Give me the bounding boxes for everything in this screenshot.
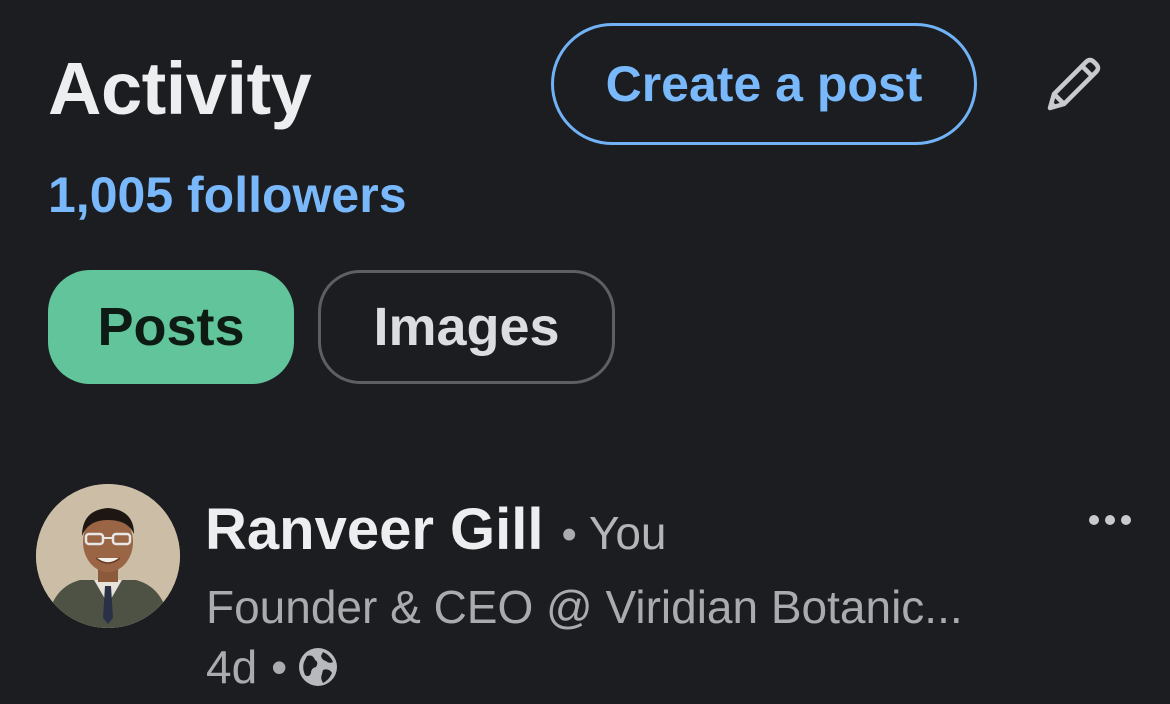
followers-link[interactable]: 1,005 followers [48, 168, 407, 223]
globe-icon [297, 646, 339, 688]
author-headline: Founder & CEO @ Viridian Botanic... [206, 581, 963, 633]
more-options-button[interactable] [1080, 498, 1140, 542]
filter-chip-posts[interactable]: Posts [48, 270, 294, 384]
separator-dot: • [561, 510, 577, 559]
author-relation: You [588, 507, 667, 559]
create-post-button[interactable]: Create a post [551, 23, 977, 145]
separator-dot: • [271, 641, 288, 693]
edit-activity-button[interactable] [1038, 50, 1110, 118]
filter-chip-images[interactable]: Images [318, 270, 615, 384]
post-author-line: Ranveer Gill • You [205, 496, 667, 563]
post-meta: 4d • [206, 640, 339, 694]
pencil-icon [1047, 57, 1101, 111]
author-name[interactable]: Ranveer Gill [205, 496, 543, 563]
ellipsis-icon [1089, 515, 1131, 525]
avatar[interactable] [36, 484, 180, 628]
post-age: 4d [206, 641, 258, 693]
activity-title: Activity [48, 47, 312, 130]
